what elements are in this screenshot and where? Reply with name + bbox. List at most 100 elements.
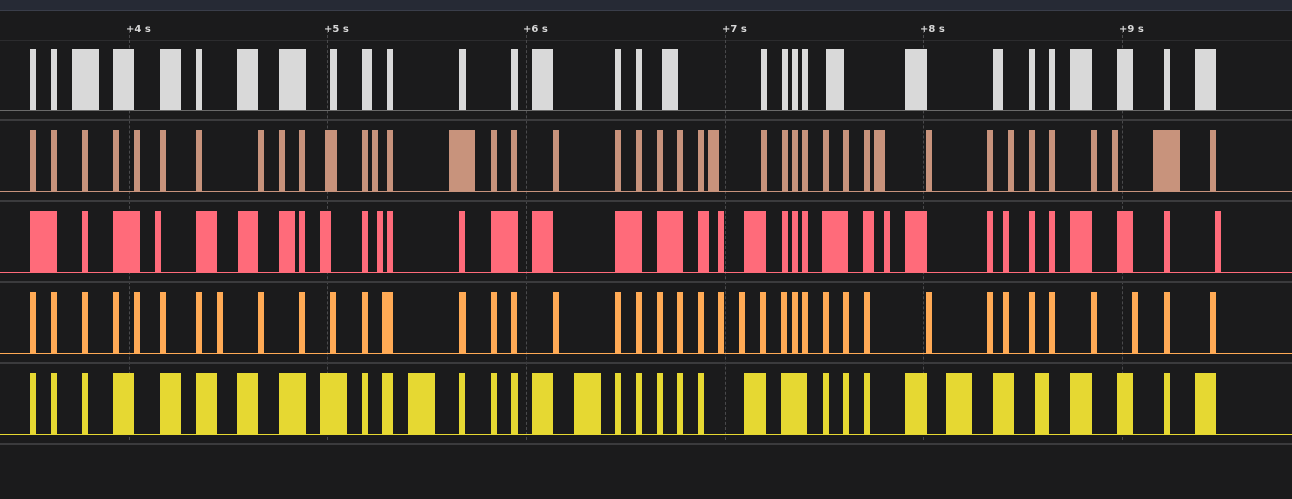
activity-bar[interactable] xyxy=(113,292,119,354)
activity-bar[interactable] xyxy=(279,49,306,111)
activity-bar[interactable] xyxy=(615,49,621,111)
activity-bar[interactable] xyxy=(1164,49,1170,111)
activity-bar[interactable] xyxy=(1164,373,1170,435)
activity-bar[interactable] xyxy=(532,211,553,273)
activity-bar[interactable] xyxy=(491,292,497,354)
activity-bar[interactable] xyxy=(698,130,704,192)
activity-bar[interactable] xyxy=(615,373,621,435)
activity-bar[interactable] xyxy=(946,373,972,435)
activity-bar[interactable] xyxy=(761,130,767,192)
activity-bar[interactable] xyxy=(782,130,788,192)
activity-bar[interactable] xyxy=(636,292,642,354)
activity-bar[interactable] xyxy=(792,49,798,111)
activity-bar[interactable] xyxy=(1091,130,1097,192)
activity-bar[interactable] xyxy=(1003,211,1009,273)
activity-bar[interactable] xyxy=(802,292,808,354)
activity-bar[interactable] xyxy=(82,292,88,354)
activity-bar[interactable] xyxy=(459,292,466,354)
activity-bar[interactable] xyxy=(781,373,807,435)
activity-bar[interactable] xyxy=(1164,292,1170,354)
activity-bar[interactable] xyxy=(657,130,663,192)
activity-bar[interactable] xyxy=(1153,130,1180,192)
activity-bar[interactable] xyxy=(155,211,161,273)
activity-bar[interactable] xyxy=(843,292,849,354)
activity-bar[interactable] xyxy=(1029,130,1035,192)
activity-bar[interactable] xyxy=(491,211,518,273)
activity-bar[interactable] xyxy=(362,49,372,111)
activity-bar[interactable] xyxy=(299,211,305,273)
activity-bar[interactable] xyxy=(744,373,766,435)
activity-bar[interactable] xyxy=(217,292,223,354)
activity-bar[interactable] xyxy=(1112,130,1118,192)
activity-bar[interactable] xyxy=(636,130,642,192)
activity-bar[interactable] xyxy=(1117,373,1133,435)
activity-bar[interactable] xyxy=(1029,49,1035,111)
activity-bar[interactable] xyxy=(377,211,383,273)
activity-bar[interactable] xyxy=(51,373,57,435)
activity-bar[interactable] xyxy=(362,130,368,192)
activity-bar[interactable] xyxy=(382,373,393,435)
activity-bar[interactable] xyxy=(1049,130,1055,192)
activity-bar[interactable] xyxy=(1049,292,1055,354)
activity-bar[interactable] xyxy=(196,211,217,273)
activity-bar[interactable] xyxy=(72,49,99,111)
activity-bar[interactable] xyxy=(1195,373,1216,435)
activity-bar[interactable] xyxy=(320,373,347,435)
track-row[interactable] xyxy=(0,192,1292,283)
activity-bar[interactable] xyxy=(905,373,927,435)
activity-bar[interactable] xyxy=(362,211,368,273)
activity-bar[interactable] xyxy=(279,211,295,273)
activity-bar[interactable] xyxy=(884,211,890,273)
activity-bar[interactable] xyxy=(82,373,88,435)
activity-bar[interactable] xyxy=(113,211,140,273)
activity-bar[interactable] xyxy=(698,373,704,435)
activity-bar[interactable] xyxy=(372,130,378,192)
activity-bar[interactable] xyxy=(1008,130,1014,192)
activity-bar[interactable] xyxy=(325,130,337,192)
activity-bar[interactable] xyxy=(459,49,466,111)
activity-bar[interactable] xyxy=(449,130,475,192)
activity-bar[interactable] xyxy=(1117,211,1133,273)
activity-bar[interactable] xyxy=(864,292,870,354)
activity-bar[interactable] xyxy=(761,49,767,111)
activity-bar[interactable] xyxy=(905,211,927,273)
activity-bar[interactable] xyxy=(802,49,808,111)
activity-bar[interactable] xyxy=(792,292,798,354)
activity-bar[interactable] xyxy=(511,49,518,111)
activity-bar[interactable] xyxy=(325,211,331,273)
activity-bar[interactable] xyxy=(30,130,36,192)
activity-bar[interactable] xyxy=(362,373,368,435)
activity-bar[interactable] xyxy=(698,292,704,354)
activity-bar[interactable] xyxy=(905,49,927,111)
activity-bar[interactable] xyxy=(299,130,305,192)
activity-bar[interactable] xyxy=(299,292,305,354)
activity-bar[interactable] xyxy=(708,130,719,192)
activity-bar[interactable] xyxy=(1215,211,1221,273)
activity-bar[interactable] xyxy=(677,292,683,354)
activity-bar[interactable] xyxy=(802,130,808,192)
activity-bar[interactable] xyxy=(1070,211,1092,273)
activity-bar[interactable] xyxy=(459,211,465,273)
activity-bar[interactable] xyxy=(826,49,844,111)
activity-bar[interactable] xyxy=(802,211,808,273)
activity-bar[interactable] xyxy=(51,292,57,354)
activity-bar[interactable] xyxy=(662,49,678,111)
activity-bar[interactable] xyxy=(677,373,683,435)
activity-bar[interactable] xyxy=(82,130,88,192)
activity-bar[interactable] xyxy=(160,130,166,192)
activity-bar[interactable] xyxy=(1029,211,1035,273)
activity-bar[interactable] xyxy=(615,130,621,192)
activity-bar[interactable] xyxy=(823,292,829,354)
activity-bar[interactable] xyxy=(987,130,993,192)
activity-bar[interactable] xyxy=(792,211,798,273)
activity-bar[interactable] xyxy=(1070,49,1092,111)
activity-bar[interactable] xyxy=(30,292,36,354)
activity-bar[interactable] xyxy=(615,292,621,354)
activity-bar[interactable] xyxy=(1003,292,1009,354)
activity-bar[interactable] xyxy=(160,292,166,354)
activity-bar[interactable] xyxy=(1091,292,1097,354)
activity-bar[interactable] xyxy=(491,130,497,192)
activity-bar[interactable] xyxy=(408,373,435,435)
activity-bar[interactable] xyxy=(636,373,642,435)
activity-bar[interactable] xyxy=(196,49,202,111)
